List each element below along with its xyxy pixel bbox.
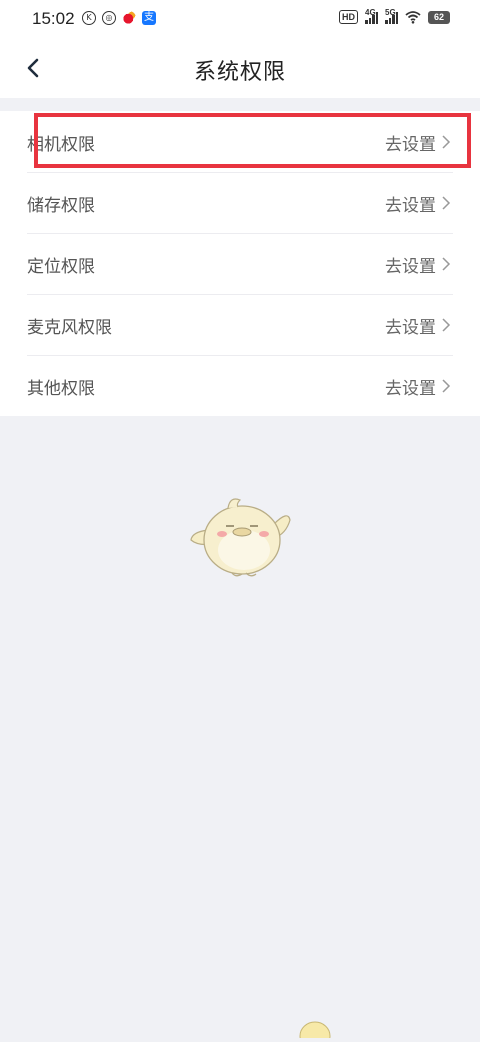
chick-mascot-illustration [188,488,292,580]
permission-label: 定位权限 [27,257,95,277]
system-status-icons: HD 4G 5G 62 [339,8,450,24]
signal-5g-icon: 5G [385,8,398,24]
permission-label: 储存权限 [27,196,95,216]
permission-label: 麦克风权限 [27,318,112,338]
scan-app-icon: ◎ [102,11,116,25]
permission-row-location[interactable]: 定位权限 去设置 [0,233,480,294]
weibo-icon [122,11,136,25]
status-time: 15:02 [32,9,75,28]
go-settings-link[interactable]: 去设置 [385,313,436,338]
permission-row-other[interactable]: 其他权限 去设置 [0,355,480,416]
permission-row-storage[interactable]: 储存权限 去设置 [0,172,480,233]
permission-label: 相机权限 [27,135,95,155]
network-label-5g: 5G [385,8,396,17]
network-label-4g: 4G [365,8,376,17]
go-settings-link[interactable]: 去设置 [385,191,436,216]
permission-list: 相机权限 去设置 储存权限 去设置 定位权限 去设置 麦克风权限 去设置 其他权… [0,111,480,416]
notification-icons: K ◎ 支 [82,11,156,25]
chevron-right-icon [442,257,451,271]
hd-badge: HD [339,10,358,24]
permission-row-camera[interactable]: 相机权限 去设置 [0,111,480,172]
signal-4g-icon: 4G [365,8,378,24]
status-bar: 15:02 K ◎ 支 HD 4G 5G 62 [0,0,480,38]
mascot-peek-illustration [298,1018,332,1042]
chevron-right-icon [442,135,451,149]
app-header: 系统权限 [0,38,480,98]
go-settings-link[interactable]: 去设置 [385,374,436,399]
go-settings-link[interactable]: 去设置 [385,252,436,277]
k-app-icon: K [82,11,96,25]
chevron-right-icon [442,379,451,393]
go-settings-link[interactable]: 去设置 [385,130,436,155]
page-title: 系统权限 [193,60,286,85]
wifi-icon [405,10,421,24]
chevron-right-icon [442,318,451,332]
permission-row-microphone[interactable]: 麦克风权限 去设置 [0,294,480,355]
permission-label: 其他权限 [27,379,95,399]
alipay-icon: 支 [142,11,156,25]
chevron-right-icon [442,196,451,210]
battery-indicator: 62 [428,10,450,24]
